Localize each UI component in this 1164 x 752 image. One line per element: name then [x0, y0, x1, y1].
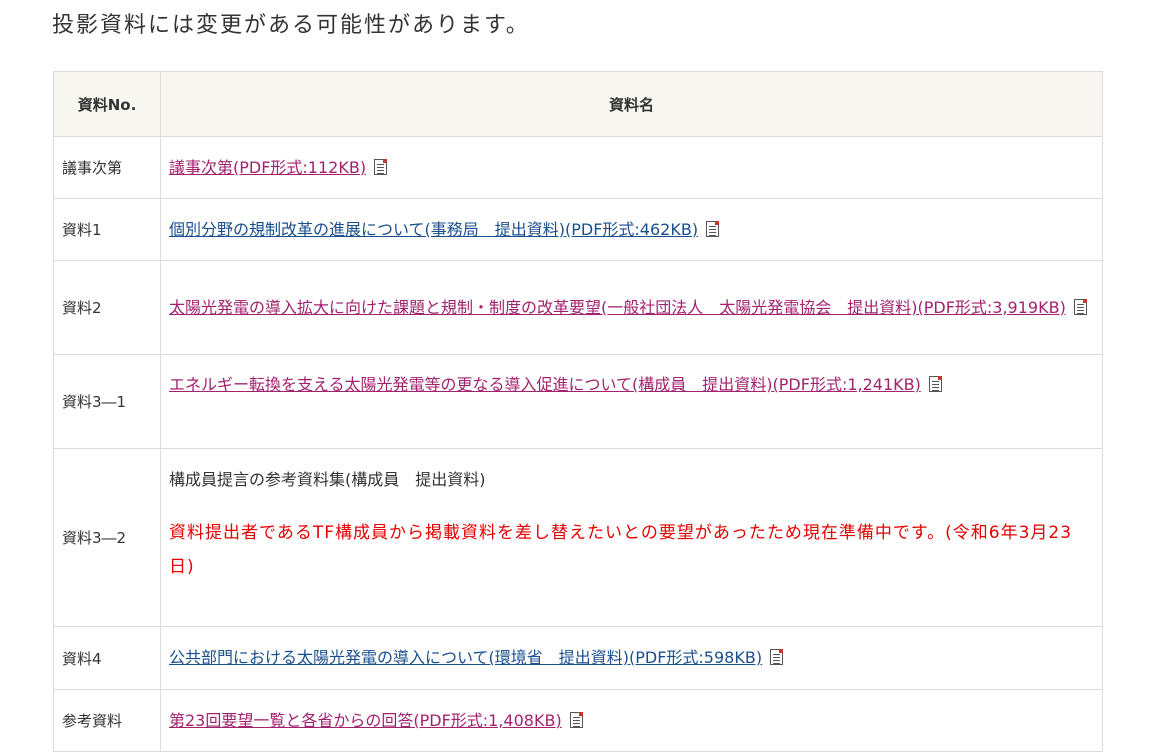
doc-name-cell: 第23回要望一覧と各省からの回答(PDF形式:1,408KB)	[160, 689, 1103, 752]
doc-name-cell: 議事次第(PDF形式:112KB)	[160, 136, 1103, 199]
table-row: 資料1 個別分野の規制改革の進展について(事務局 提出資料)(PDF形式:462…	[53, 198, 1103, 261]
doc-link-material-4[interactable]: 公共部門における太陽光発電の導入について(環境省 提出資料)(PDF形式:598…	[169, 648, 762, 667]
table-row: 資料2 太陽光発電の導入拡大に向けた課題と規制・制度の改革要望(一般社団法人 太…	[53, 260, 1103, 355]
doc-link-material-1[interactable]: 個別分野の規制改革の進展について(事務局 提出資料)(PDF形式:462KB)	[169, 220, 698, 239]
preparation-warning: 資料提出者であるTF構成員から掲載資料を差し替えたいとの要望があったため現在準備…	[169, 523, 1073, 577]
doc-no: 参考資料	[53, 689, 161, 752]
pdf-icon	[569, 711, 583, 728]
doc-link-agenda[interactable]: 議事次第(PDF形式:112KB)	[169, 158, 366, 177]
pdf-icon	[1073, 298, 1087, 315]
pdf-icon	[374, 158, 388, 175]
doc-no: 資料4	[53, 626, 161, 690]
notice-text: 投影資料には変更がある可能性があります。	[52, 13, 530, 38]
table-row: 資料3―1 エネルギー転換を支える太陽光発電等の更なる導入促進について(構成員 …	[53, 354, 1103, 449]
table-row: 資料4 公共部門における太陽光発電の導入について(環境省 提出資料)(PDF形式…	[53, 626, 1103, 690]
doc-no: 資料1	[53, 198, 161, 261]
header-doc-no: 資料No.	[53, 71, 161, 137]
documents-table: 資料No. 資料名 議事次第 議事次第(PDF形式:112KB) 資料1 個別分…	[53, 71, 1103, 752]
doc-title-text: 構成員提言の参考資料集(構成員 提出資料)	[169, 470, 486, 489]
doc-name-cell: 公共部門における太陽光発電の導入について(環境省 提出資料)(PDF形式:598…	[160, 626, 1103, 690]
pdf-icon	[706, 220, 720, 237]
table-row: 参考資料 第23回要望一覧と各省からの回答(PDF形式:1,408KB)	[53, 689, 1103, 752]
table-row: 資料3―2 構成員提言の参考資料集(構成員 提出資料) 資料提出者であるTF構成…	[53, 448, 1103, 627]
doc-no: 資料3―1	[53, 354, 161, 449]
table-row: 議事次第 議事次第(PDF形式:112KB)	[53, 136, 1103, 199]
doc-name-cell: エネルギー転換を支える太陽光発電等の更なる導入促進について(構成員 提出資料)(…	[160, 354, 1103, 449]
doc-no: 資料2	[53, 260, 161, 355]
doc-no: 議事次第	[53, 136, 161, 199]
doc-link-reference[interactable]: 第23回要望一覧と各省からの回答(PDF形式:1,408KB)	[169, 711, 562, 730]
pdf-icon	[770, 649, 784, 665]
doc-link-material-2[interactable]: 太陽光発電の導入拡大に向けた課題と規制・制度の改革要望(一般社団法人 太陽光発電…	[169, 298, 1066, 317]
doc-name-cell: 構成員提言の参考資料集(構成員 提出資料) 資料提出者であるTF構成員から掲載資…	[160, 448, 1103, 627]
doc-name-cell: 太陽光発電の導入拡大に向けた課題と規制・制度の改革要望(一般社団法人 太陽光発電…	[160, 260, 1103, 355]
doc-name-cell: 個別分野の規制改革の進展について(事務局 提出資料)(PDF形式:462KB)	[160, 198, 1103, 261]
table-header-row: 資料No. 資料名	[53, 71, 1103, 137]
doc-link-material-3-1[interactable]: エネルギー転換を支える太陽光発電等の更なる導入促進について(構成員 提出資料)(…	[169, 375, 921, 394]
doc-no: 資料3―2	[53, 448, 161, 627]
header-doc-name: 資料名	[160, 71, 1103, 137]
pdf-icon	[928, 376, 942, 392]
